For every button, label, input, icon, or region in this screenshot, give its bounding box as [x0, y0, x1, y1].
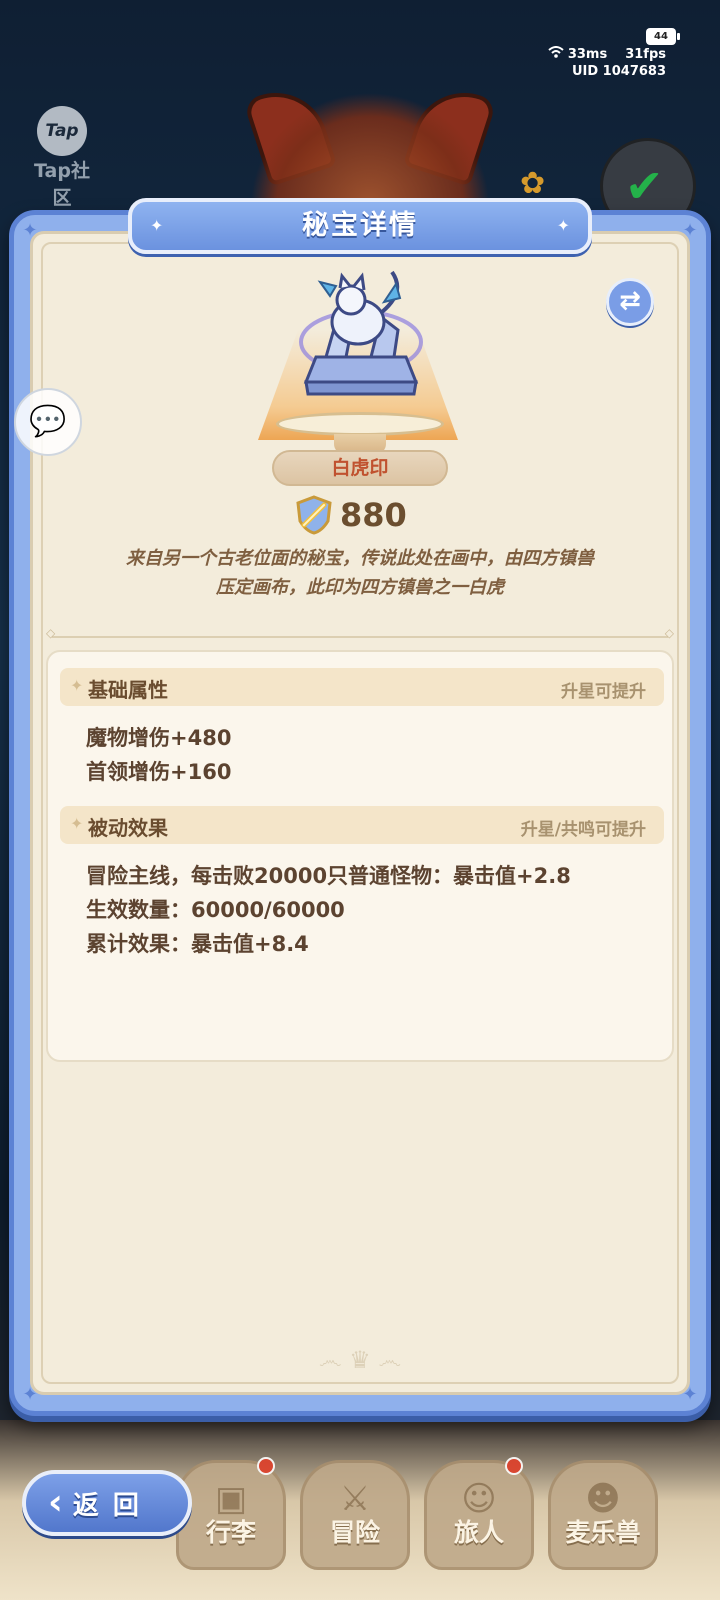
item-name-badge: 白虎印	[272, 450, 448, 486]
description-line: 压定画布，此印为四方镇兽之一白虎	[216, 577, 504, 598]
nav-tab-pets[interactable]: ☻ 麦乐兽	[548, 1460, 658, 1570]
corner-ornament-icon: ✦	[22, 1384, 38, 1405]
battery-indicator: 44	[646, 28, 680, 45]
tap-logo: Tap	[37, 106, 87, 156]
notification-dot	[257, 1457, 275, 1475]
section-hint: 升星可提升	[561, 682, 646, 702]
section-hint: 升星/共鸣可提升	[520, 820, 646, 840]
pedestal	[276, 412, 444, 436]
chat-bubble-button[interactable]: 💬	[14, 388, 82, 456]
crown-ornament-icon: ෴ ♛ ෴	[318, 1346, 402, 1374]
nav-tab-label: 行李	[205, 1518, 256, 1547]
white-tiger-seal-icon	[299, 270, 423, 396]
corner-ornament-icon: ✦	[682, 1384, 698, 1405]
nav-tab-travelers[interactable]: ☺ 旅人	[424, 1457, 534, 1570]
passive-effects-header: ✦ 被动效果 升星/共鸣可提升	[60, 806, 664, 844]
nav-tab-label: 冒险	[329, 1518, 380, 1547]
back-arrow-icon: ‹	[48, 1482, 63, 1523]
corner-ornament-icon: ✦	[22, 220, 38, 241]
back-button[interactable]: ‹ 返回	[22, 1470, 192, 1536]
swap-arrows-icon: ⇄	[619, 286, 641, 316]
modal-title-banner: ✦ 秘宝详情 ✦	[128, 198, 592, 254]
base-attributes-header: ✦ 基础属性 升星可提升	[60, 668, 664, 706]
sparkle-icon: ✦	[150, 216, 164, 235]
base-stat-line: 首领增伤+160	[86, 760, 232, 784]
description-line: 来自另一个古老位面的秘宝，传说此处在画中，由四方镇兽	[126, 548, 594, 569]
power-value: 880	[340, 496, 407, 534]
ping-value: 33ms	[567, 47, 608, 62]
status-overlay: 33ms 31fps UID 1047683	[548, 46, 666, 80]
uid-value: UID 1047683	[571, 64, 666, 79]
section-title: 被动效果	[88, 816, 168, 840]
base-stat-line: 魔物增伤+480	[86, 726, 232, 750]
nav-tab-label: 麦乐兽	[565, 1518, 641, 1547]
notification-dot	[505, 1457, 523, 1475]
sparkle-icon: ✦	[556, 216, 570, 235]
fps-value: 31fps	[625, 47, 666, 62]
power-rating: 880	[296, 494, 407, 536]
corner-ornament-icon: ✦	[682, 220, 698, 241]
swap-button[interactable]: ⇄	[606, 278, 654, 326]
passive-effect-line: 冒险主线，每击败20000只普通怪物：暴击值+2.8	[86, 864, 571, 888]
tap-community-label: Tap社区	[34, 160, 90, 209]
nav-tab-adventure[interactable]: ⚔ 冒险	[300, 1460, 410, 1570]
star-bullet-icon: ✦	[70, 676, 84, 695]
wifi-icon	[548, 46, 564, 63]
tap-community-button[interactable]: Tap Tap社区	[30, 106, 94, 209]
nav-tab-label: 旅人	[453, 1518, 504, 1547]
star-bullet-icon: ✦	[70, 814, 84, 833]
back-button-label: 返回	[72, 1490, 153, 1521]
passive-effect-line: 累计效果：暴击值+8.4	[86, 932, 309, 956]
modal-title: 秘宝详情	[302, 210, 418, 241]
item-description: 来自另一个古老位面的秘宝，传说此处在画中，由四方镇兽 压定画布，此印为四方镇兽之…	[70, 544, 650, 602]
section-divider	[46, 626, 674, 640]
shield-sword-icon	[296, 495, 332, 535]
section-title: 基础属性	[88, 678, 168, 702]
passive-effect-line: 生效数量：60000/60000	[86, 898, 345, 922]
nav-tab-luggage[interactable]: ▣ 行李	[176, 1457, 286, 1570]
flower-decoration-icon: ✿	[520, 166, 546, 201]
stats-card: ✦ 基础属性 升星可提升 魔物增伤+480 首领增伤+160 ✦ 被动效果 升星…	[46, 650, 674, 1062]
chat-icon: 💬	[29, 404, 67, 439]
